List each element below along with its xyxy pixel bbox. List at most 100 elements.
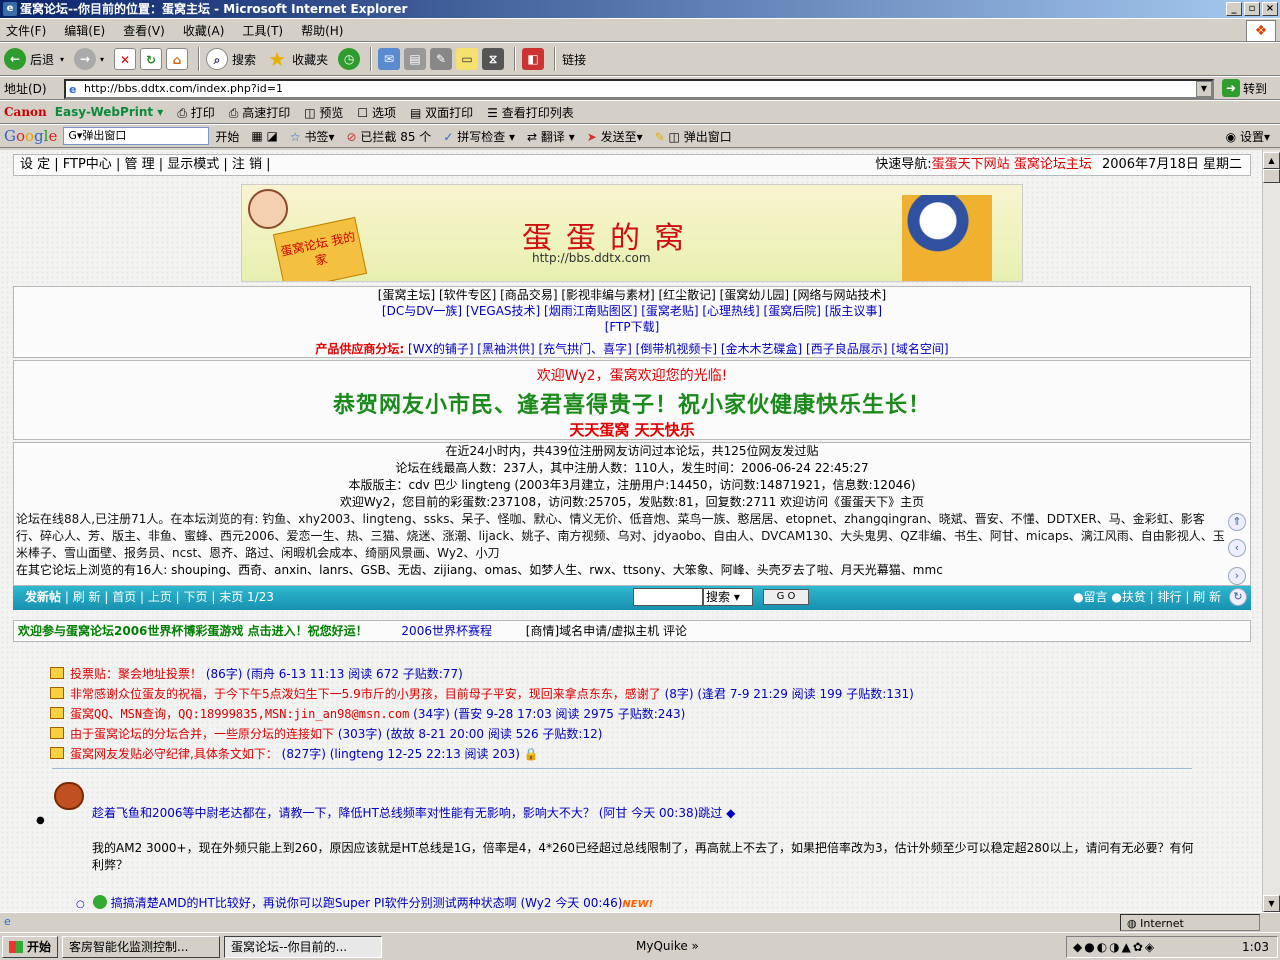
home-icon [50, 747, 64, 759]
search-type-select[interactable]: 搜索 ▾ [703, 588, 753, 606]
links-label[interactable]: 链接 [562, 51, 586, 68]
address-dropdown-icon[interactable]: ▼ [1196, 81, 1212, 97]
collapse-icon[interactable]: ⇑ [1228, 513, 1246, 531]
scroll-thumb[interactable] [1263, 169, 1280, 183]
edit-icon[interactable]: ✎ [430, 48, 453, 70]
quick-launch[interactable]: MyQuike » [636, 939, 699, 953]
forum-menu-links[interactable]: 设 定 | FTP中心 | 管 理 | 显示模式 | 注 销 | [20, 157, 271, 172]
forum-search-input[interactable] [633, 588, 703, 606]
back-button[interactable]: ← 后退 ▾ [4, 48, 64, 70]
print-icon[interactable]: ▤ [404, 48, 427, 70]
start-button[interactable]: 开始 [2, 935, 59, 958]
google-settings-button[interactable]: ◉ 设置▾ [1226, 128, 1270, 145]
supplier-links[interactable]: [WX的铺子] [黑袖洪供] [充气拱门、喜字] [倒带机视频卡] [金木木艺碟… [408, 342, 949, 356]
smile-icon [92, 895, 107, 909]
vertical-scrollbar[interactable]: ▲ ▼ [1262, 150, 1280, 912]
favorites-button[interactable]: ★ 收藏夹 [266, 48, 328, 70]
menu-favorites[interactable]: 收藏(A) [183, 22, 225, 39]
page-icon: e [4, 915, 11, 928]
mail-icon[interactable]: ✉ [378, 48, 401, 70]
thread-title[interactable]: 蛋窝QQ、MSN查询，QQ:18999835,MSN:jin_an98@msn.… [70, 707, 409, 721]
note-icon[interactable]: ▭ [456, 48, 479, 70]
quick-nav-site-link[interactable]: 蛋蛋天下网站 [932, 157, 1010, 172]
address-bar: 地址(D) http://bbs.ddtx.com/index.php?id=1… [0, 76, 1280, 100]
reply-item[interactable]: ○ 搞搞清楚AMD的HT比较好，再说你可以跑Super PI软件分别测试两种状态啊… [76, 894, 653, 912]
menu-file[interactable]: 文件(F) [6, 22, 46, 39]
links-row-2[interactable]: [DC与DV一族] [VEGAS技术] [烟雨江南贴图区] [蛋窝老贴] [心理… [14, 303, 1250, 319]
back-arrow-icon: ← [4, 48, 26, 70]
forward-button[interactable]: → ▾ [74, 48, 104, 70]
easy-webprint-menu[interactable]: Easy-WebPrint ▾ [55, 105, 164, 119]
menu-bar: 文件(F) 编辑(E) 查看(V) 收藏(A) 工具(T) 帮助(H) ❖ [0, 18, 1280, 42]
refresh-icon[interactable]: ↻ [140, 48, 163, 70]
home-icon [50, 687, 64, 699]
links-row-1[interactable]: [蛋窝主坛] [软件专区] [商品交易] [影视非编与素材] [红尘散记] [蛋… [14, 287, 1250, 303]
maximize-button[interactable]: ▫ [1244, 2, 1260, 16]
quick-nav-forum-link[interactable]: 蛋窝论坛主坛 [1014, 157, 1092, 172]
links-row-3[interactable]: [FTP下载] [14, 319, 1250, 335]
close-button[interactable]: × [1262, 2, 1278, 16]
menu-edit[interactable]: 编辑(E) [64, 22, 105, 39]
taskbar-item-active[interactable]: 蛋窝论坛--你目前的... [224, 935, 383, 958]
post-title[interactable]: 趁着飞鱼和2006等中尉老达都在，请教一下，降低HT总线频率对性能有无影响，影响… [92, 804, 735, 822]
thread-title[interactable]: 蛋窝网友发贴必守纪律,具体条文如下： [70, 747, 278, 761]
right-links[interactable]: ●留言 ●扶贫 | 排行 | 刷 新 [1073, 586, 1221, 608]
pagination[interactable]: | 刷 新 | 首页 | 上页 | 下页 | 末页 1/23 [65, 590, 274, 604]
google-spellcheck-button[interactable]: ✓ 拼写检查 ▾ [443, 128, 515, 145]
canon-preview-button[interactable]: ◫ 预览 [304, 104, 343, 121]
canon-fast-print-button[interactable]: ⎙ 高速打印 [229, 104, 290, 121]
taskbar: 开始 客房智能化监测控制... 蛋窝论坛--你目前的... MyQuike » … [0, 932, 1280, 960]
google-popup-blocked[interactable]: ⊘ 已拦截 85 个 [347, 128, 432, 145]
google-highlight-button[interactable]: ✎ ◫ 弹出窗口 [655, 128, 732, 145]
research-icon[interactable]: ◧ [522, 48, 545, 70]
tray-icons[interactable]: ◆●◐◑▲✿◈ [1073, 937, 1156, 957]
page-content: 设 定 | FTP中心 | 管 理 | 显示模式 | 注 销 | 快速导航:蛋蛋… [0, 150, 1262, 912]
list-item: 投票贴：聚会地址投票！ (86字) (雨舟 6-13 11:13 阅读 672 … [50, 664, 1210, 684]
ad-link[interactable]: [商情]域名申请/虚拟主机 评论 [526, 624, 687, 638]
thread-title[interactable]: 非常感谢众位蛋友的祝福，于今下午5点泼妇生下一5.9市斤的小男孩，目前母子平安，… [70, 687, 661, 701]
canon-print-button[interactable]: ⎙ 打印 [177, 104, 214, 121]
scroll-down-icon[interactable]: ▼ [1263, 895, 1280, 912]
worldcup-schedule-link[interactable]: 2006世界杯赛程 [401, 624, 492, 638]
canon-list-button[interactable]: ☰ 查看打印列表 [487, 104, 574, 121]
menu-help[interactable]: 帮助(H) [301, 22, 343, 39]
google-translate-button[interactable]: ⇄ 翻译 ▾ [527, 128, 575, 145]
canon-duplex-button[interactable]: ▤ 双面打印 [410, 104, 473, 121]
new-post-button[interactable]: 发新帖 [25, 590, 61, 604]
google-send-button[interactable]: ➤ 发送至▾ [587, 128, 643, 145]
google-search-input[interactable]: G▾弹出窗口 [63, 127, 210, 145]
google-news-icon[interactable]: ▦ ◪ [251, 129, 278, 143]
canon-options-button[interactable]: ☐ 选项 [357, 104, 396, 121]
page-toolbar: 发新帖 | 刷 新 | 首页 | 上页 | 下页 | 末页 1/23 搜索 ▾ … [13, 586, 1251, 610]
top-nav: 设 定 | FTP中心 | 管 理 | 显示模式 | 注 销 | 快速导航:蛋蛋… [13, 154, 1251, 176]
banner-url: http://bbs.ddtx.com [532, 251, 651, 265]
taskbar-item[interactable]: 客房智能化监测控制... [62, 935, 221, 958]
scroll-left-icon[interactable]: ‹ [1228, 539, 1246, 557]
stats-peak: 论坛在线最高人数：237人，其中注册人数：110人，发生时间：2006-06-2… [395, 461, 869, 475]
worldcup-game-link[interactable]: 欢迎参与蛋窝论坛2006世界杯博彩蛋游戏 点击进入！祝您好运！ [18, 624, 368, 638]
google-bookmarks-button[interactable]: ☆ 书签▾ [290, 128, 335, 145]
menu-view[interactable]: 查看(V) [123, 22, 165, 39]
scroll-up-icon[interactable]: ▲ [1263, 152, 1280, 169]
welcome-greeting: 欢迎Wy2，蛋窝欢迎您的光临! [536, 368, 728, 384]
go-button[interactable]: ➜ 转到 [1222, 79, 1267, 97]
minimize-button[interactable]: _ [1226, 2, 1242, 16]
google-search-button[interactable]: 开始 [215, 128, 239, 145]
security-zone: ◍ Internet [1120, 914, 1260, 931]
promo-bar: 欢迎参与蛋窝论坛2006世界杯博彩蛋游戏 点击进入！祝您好运！ 2006世界杯赛… [13, 620, 1251, 642]
refresh-icon[interactable]: ↻ [1229, 588, 1247, 606]
stop-icon[interactable]: ✕ [114, 48, 137, 70]
scroll-right-icon[interactable]: › [1228, 567, 1246, 585]
thread-title[interactable]: 投票贴：聚会地址投票！ [70, 667, 202, 681]
home-icon[interactable]: ⌂ [166, 48, 189, 70]
windows-logo-icon: ❖ [1246, 20, 1276, 42]
messenger-icon[interactable]: ⧖ [482, 48, 505, 70]
address-input[interactable]: http://bbs.ddtx.com/index.php?id=1▼ [64, 79, 1214, 99]
thread-title[interactable]: 由于蛋窝论坛的分坛合并，一些原分坛的连接如下 [70, 727, 334, 741]
history-icon[interactable]: ◷ [338, 48, 361, 70]
search-button[interactable]: ⌕ 搜索 [206, 48, 256, 70]
other-forum-users: 在其它论坛上浏览的有16人: shouping、西奇、anxin、lanrs、G… [16, 563, 943, 577]
lock-icon: 🔒 [523, 747, 539, 761]
menu-tools[interactable]: 工具(T) [242, 22, 283, 39]
search-go-button[interactable]: G O [763, 589, 809, 605]
